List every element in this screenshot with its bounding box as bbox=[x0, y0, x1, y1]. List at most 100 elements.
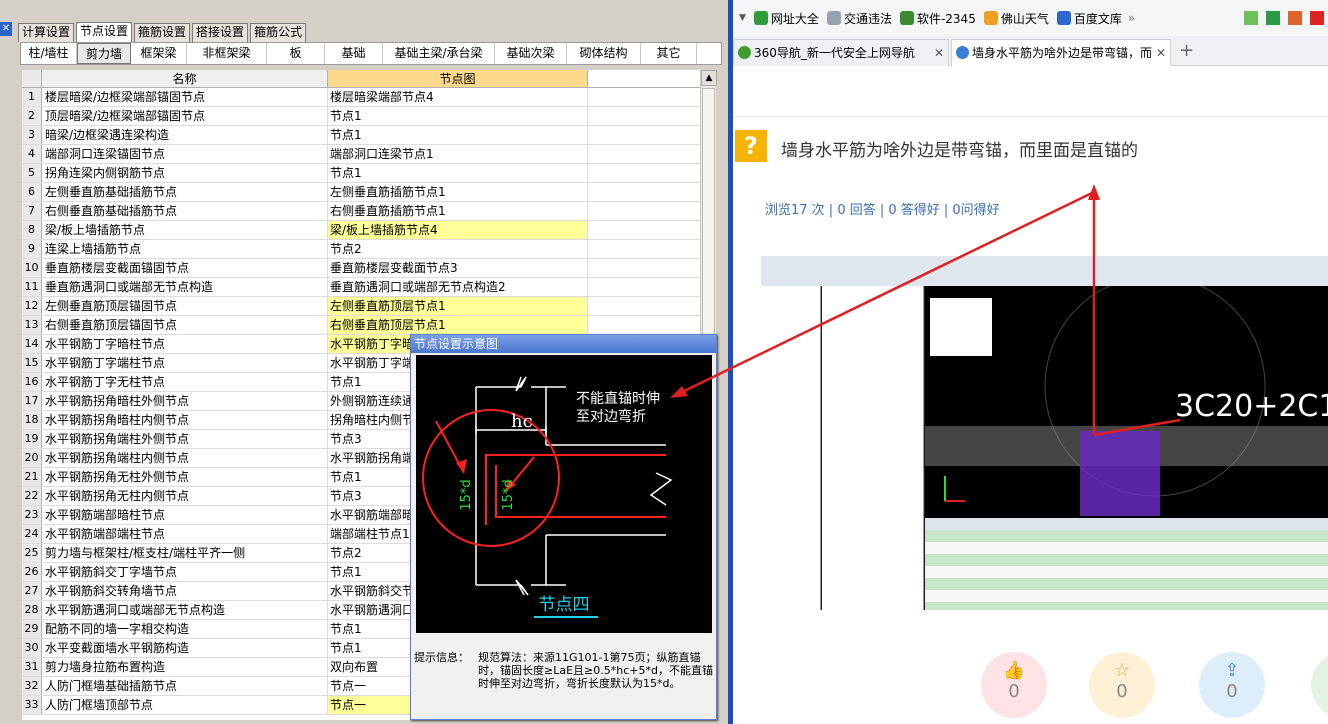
row-number: 27 bbox=[22, 582, 42, 600]
tab-stirrup-formula[interactable]: 箍筋公式 bbox=[250, 23, 307, 42]
node-name-cell: 水平钢筋丁字端柱节点 bbox=[42, 354, 328, 372]
question-icon: ? bbox=[735, 130, 767, 162]
table-row[interactable]: 1 楼层暗梁/边框梁端部锚固节点 楼层暗梁端部节点4 bbox=[22, 88, 702, 107]
dropdown-icon[interactable]: ▼ bbox=[739, 13, 746, 23]
table-row[interactable]: 5 拐角连梁内侧钢筋节点 节点1 bbox=[22, 164, 702, 183]
node-name-cell: 水平钢筋遇洞口或端部无节点构造 bbox=[42, 601, 328, 619]
tab-node-settings[interactable]: 节点设置 bbox=[76, 22, 133, 42]
bookmark-list: 网址大全 交通违法 软件-2345 佛山天气 百度文库 bbox=[746, 10, 1122, 27]
node-name-cell: 水平钢筋丁字暗柱节点 bbox=[42, 335, 328, 353]
reading-icon[interactable] bbox=[1266, 11, 1280, 25]
bookmark-item[interactable]: 网址大全 bbox=[753, 10, 819, 27]
node-value-cell[interactable]: 右侧垂直筋插筋节点1 bbox=[328, 202, 588, 220]
toolbar-icons bbox=[1244, 11, 1324, 25]
table-row[interactable]: 7 右侧垂直筋基础插筋节点 右侧垂直筋插筋节点1 bbox=[22, 202, 702, 221]
tv-icon[interactable] bbox=[1288, 11, 1302, 25]
table-row[interactable]: 6 左侧垂直筋基础插筋节点 左侧垂直筋插筋节点1 bbox=[22, 183, 702, 202]
component-tabs: 柱/墙柱 剪力墙 框架梁 非框架梁 板 基础 基础主梁/承台梁 基础次梁 砌体结… bbox=[20, 42, 722, 65]
subtab-other[interactable]: 其它 bbox=[641, 43, 697, 64]
table-row[interactable]: 10 垂直筋楼层变截面锚固节点 垂直筋楼层变截面节点3 bbox=[22, 259, 702, 278]
node-value-cell[interactable]: 端部洞口连梁节点1 bbox=[328, 145, 588, 163]
share-button[interactable]: ⇪ 0 bbox=[1199, 652, 1265, 718]
row-number: 4 bbox=[22, 145, 42, 163]
node-name-cell: 右侧垂直筋顶层锚固节点 bbox=[42, 316, 328, 334]
tab-360-nav[interactable]: 360导航_新一代安全上网导航 ✕ bbox=[733, 39, 949, 66]
tab-lap-settings[interactable]: 搭接设置 bbox=[192, 23, 249, 42]
tab-question-page[interactable]: 墙身水平筋为啥外边是带弯锚，而 ✕ bbox=[951, 39, 1171, 66]
table-row[interactable]: 3 暗梁/边框梁遇连梁构造 节点1 bbox=[22, 126, 702, 145]
table-row[interactable]: 2 顶层暗梁/边框梁端部锚固节点 节点1 bbox=[22, 107, 702, 126]
bookmark-bar: ▼ 网址大全 交通违法 软件-2345 佛山天气 百度文库 » bbox=[733, 0, 1328, 36]
bookmark-label: 软件-2345 bbox=[916, 11, 976, 26]
bookmark-label: 网址大全 bbox=[770, 11, 819, 26]
bookmark-item[interactable]: 佛山天气 bbox=[983, 10, 1049, 27]
row-number: 3 bbox=[22, 126, 42, 144]
node-value-cell[interactable]: 楼层暗梁端部节点4 bbox=[328, 88, 588, 106]
node-name-cell: 水平钢筋拐角端柱外侧节点 bbox=[42, 430, 328, 448]
close-tab-icon[interactable]: ✕ bbox=[934, 40, 944, 66]
tab-calc-settings[interactable]: 计算设置 bbox=[18, 23, 75, 42]
node-value-cell[interactable]: 左侧垂直筋插筋节点1 bbox=[328, 183, 588, 201]
table-row[interactable]: 9 连梁上墙插筋节点 节点2 bbox=[22, 240, 702, 259]
bookmark-item[interactable]: 百度文库 bbox=[1056, 10, 1122, 27]
table-row[interactable]: 4 端部洞口连梁锚固节点 端部洞口连梁节点1 bbox=[22, 145, 702, 164]
node-value-cell[interactable]: 节点2 bbox=[328, 240, 588, 258]
node-value-cell[interactable]: 节点1 bbox=[328, 126, 588, 144]
node-name-label: 节点四 bbox=[539, 595, 590, 615]
star-icon: ☆ bbox=[1113, 660, 1131, 681]
row-number: 15 bbox=[22, 354, 42, 372]
scroll-up-icon[interactable]: ▲ bbox=[701, 70, 717, 86]
translate-icon[interactable] bbox=[1310, 11, 1324, 25]
node-value-cell[interactable]: 节点1 bbox=[328, 107, 588, 125]
node-value-cell[interactable]: 右侧垂直筋顶层节点1 bbox=[328, 316, 588, 334]
bookmark-item[interactable]: 交通违法 bbox=[826, 10, 892, 27]
screenshot-rebar-table bbox=[925, 518, 1328, 610]
subtab-shear-wall[interactable]: 剪力墙 bbox=[77, 43, 131, 64]
node-value-cell[interactable]: 左侧垂直筋顶层节点1 bbox=[328, 297, 588, 315]
subtab-foundation[interactable]: 基础 bbox=[325, 43, 383, 64]
apps-icon[interactable] bbox=[1244, 11, 1258, 25]
table-row[interactable]: 12 左侧垂直筋顶层锚固节点 左侧垂直筋顶层节点1 bbox=[22, 297, 702, 316]
subtab-column[interactable]: 柱/墙柱 bbox=[21, 43, 77, 64]
software-icon bbox=[899, 11, 914, 25]
row-number: 23 bbox=[22, 506, 42, 524]
node-value-cell[interactable]: 垂直筋楼层变截面节点3 bbox=[328, 259, 588, 277]
action-count: 0 bbox=[1116, 681, 1128, 702]
node-name-cell: 垂直筋楼层变截面锚固节点 bbox=[42, 259, 328, 277]
dim-label-inner: 15*d bbox=[501, 479, 516, 510]
close-icon[interactable]: ✕ bbox=[0, 22, 12, 36]
row-number: 16 bbox=[22, 373, 42, 391]
extra-action-button[interactable] bbox=[1311, 652, 1328, 718]
node-value-cell[interactable]: 垂直筋遇洞口或端部无节点构造2 bbox=[328, 278, 588, 296]
node-name-cell: 水平变截面墙水平钢筋构造 bbox=[42, 639, 328, 657]
row-number: 17 bbox=[22, 392, 42, 410]
table-row[interactable]: 13 右侧垂直筋顶层锚固节点 右侧垂直筋顶层节点1 bbox=[22, 316, 702, 335]
thumbs-up-button[interactable]: 👍 0 bbox=[981, 652, 1047, 718]
close-tab-icon[interactable]: ✕ bbox=[1156, 40, 1166, 66]
bookmark-item[interactable]: 软件-2345 bbox=[899, 10, 976, 27]
subtab-foundation-main-beam[interactable]: 基础主梁/承台梁 bbox=[383, 43, 495, 64]
node-name-cell: 梁/板上墙插筋节点 bbox=[42, 221, 328, 239]
node-name-cell: 左侧垂直筋基础插筋节点 bbox=[42, 183, 328, 201]
table-row[interactable]: 8 梁/板上墙插筋节点 梁/板上墙插筋节点4 bbox=[22, 221, 702, 240]
share-icon: ⇪ bbox=[1224, 660, 1240, 681]
node-name-cell: 水平钢筋丁字无柱节点 bbox=[42, 373, 328, 391]
table-row[interactable]: 11 垂直筋遇洞口或端部无节点构造 垂直筋遇洞口或端部无节点构造2 bbox=[22, 278, 702, 297]
node-value-cell[interactable]: 梁/板上墙插筋节点4 bbox=[328, 221, 588, 239]
more-bookmarks-icon[interactable]: » bbox=[1128, 11, 1135, 25]
new-tab-button[interactable]: + bbox=[1179, 40, 1194, 61]
question-screenshot[interactable]: 3C20+2C1 bbox=[761, 256, 1328, 610]
home-icon bbox=[753, 11, 768, 25]
tab-stirrup-settings[interactable]: 箍筋设置 bbox=[134, 23, 191, 42]
subtab-slab[interactable]: 板 bbox=[267, 43, 325, 64]
screenshot-tree-panel bbox=[761, 286, 821, 610]
star-button[interactable]: ☆ 0 bbox=[1089, 652, 1155, 718]
subtab-non-frame-beam[interactable]: 非框架梁 bbox=[187, 43, 267, 64]
subtab-masonry[interactable]: 砌体结构 bbox=[567, 43, 641, 64]
subtab-foundation-secondary-beam[interactable]: 基础次梁 bbox=[495, 43, 567, 64]
node-name-cell: 水平钢筋拐角无柱内侧节点 bbox=[42, 487, 328, 505]
subtab-frame-beam[interactable]: 框架梁 bbox=[131, 43, 187, 64]
row-number: 22 bbox=[22, 487, 42, 505]
node-value-cell[interactable]: 节点1 bbox=[328, 164, 588, 182]
node-name-cell: 水平钢筋拐角无柱外侧节点 bbox=[42, 468, 328, 486]
